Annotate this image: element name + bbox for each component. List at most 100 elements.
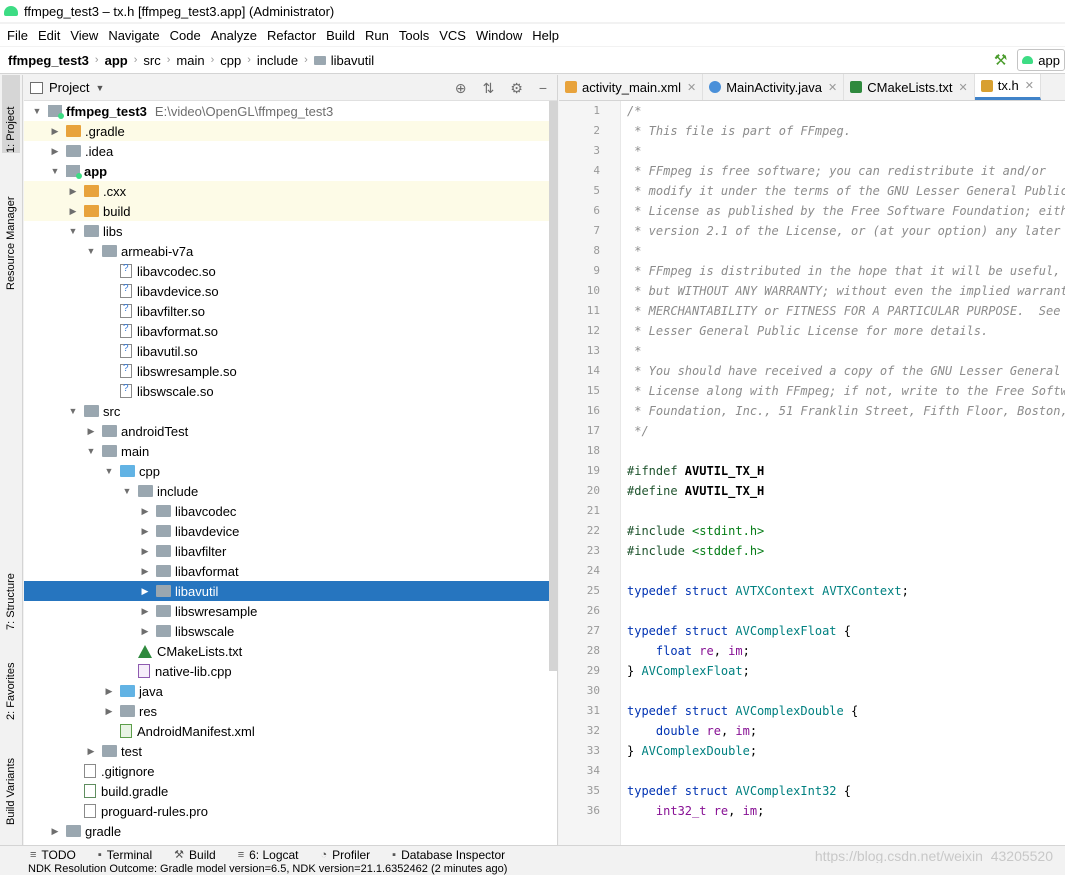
collapsed-arrow-icon[interactable]: ▶	[138, 626, 152, 637]
tree-item[interactable]: ▼ main	[24, 441, 550, 461]
tree-item[interactable]: ▶ test	[24, 741, 550, 761]
menu-navigate[interactable]: Navigate	[103, 28, 164, 43]
tool-todo[interactable]: ≡ TODO	[30, 848, 76, 862]
menu-refactor[interactable]: Refactor	[262, 28, 321, 43]
breadcrumb-item[interactable]: ffmpeg_test3 ›	[8, 53, 105, 68]
tool-build[interactable]: ⚒ Build	[174, 848, 216, 862]
breadcrumb-item[interactable]: main ›	[176, 53, 220, 68]
close-icon[interactable]: ✕	[828, 81, 837, 94]
breadcrumb-item[interactable]: app ›	[105, 53, 144, 68]
tree-item[interactable]: ▶ .gradle	[24, 121, 550, 141]
tree-item[interactable]: ▶ .cxx	[24, 181, 550, 201]
menu-code[interactable]: Code	[165, 28, 206, 43]
tool----logcat[interactable]: ≡ 6: Logcat	[238, 848, 299, 862]
expanded-arrow-icon[interactable]: ▼	[84, 446, 98, 456]
expanded-arrow-icon[interactable]: ▼	[66, 406, 80, 416]
tree-item[interactable]: libswscale.so	[24, 381, 550, 401]
breadcrumb-item[interactable]: cpp ›	[220, 53, 257, 68]
collapsed-arrow-icon[interactable]: ▶	[48, 126, 62, 137]
tree-item[interactable]: ▶ libavutil	[24, 581, 550, 601]
tree-item[interactable]: ▼ app	[24, 161, 550, 181]
tab-tx-h[interactable]: tx.h ✕	[974, 74, 1041, 100]
run-config-select[interactable]: app	[1017, 49, 1065, 71]
tree-item[interactable]: libavfilter.so	[24, 301, 550, 321]
tree-item[interactable]: ▼ armeabi-v7a	[24, 241, 550, 261]
menu-tools[interactable]: Tools	[394, 28, 434, 43]
menu-edit[interactable]: Edit	[33, 28, 65, 43]
tool-terminal[interactable]: ▪ Terminal	[98, 848, 152, 862]
tab-mainactivity-java[interactable]: MainActivity.java ✕	[703, 74, 845, 100]
tree-scrollbar[interactable]	[549, 101, 557, 671]
close-icon[interactable]: ✕	[687, 81, 696, 94]
tree-item[interactable]: ▶ androidTest	[24, 421, 550, 441]
menu-file[interactable]: File	[2, 28, 33, 43]
locate-icon[interactable]: ⊕	[455, 80, 467, 97]
tree-item[interactable]: ▼ libs	[24, 221, 550, 241]
collapsed-arrow-icon[interactable]: ▶	[66, 206, 80, 217]
minimize-icon[interactable]: −	[539, 80, 547, 97]
chevron-down-icon[interactable]: ▼	[95, 83, 104, 93]
menu-window[interactable]: Window	[471, 28, 527, 43]
tab-cmakelists-txt[interactable]: CMakeLists.txt ✕	[844, 74, 975, 100]
tree-item[interactable]: ▶ libswscale	[24, 621, 550, 641]
menu-view[interactable]: View	[65, 28, 103, 43]
tab-activity_main-xml[interactable]: activity_main.xml ✕	[559, 74, 704, 100]
breadcrumb-item[interactable]: include ›	[257, 53, 314, 68]
tab-project[interactable]: 1: Project	[2, 75, 20, 153]
collapsed-arrow-icon[interactable]: ▶	[84, 746, 98, 757]
collapsed-arrow-icon[interactable]: ▶	[138, 606, 152, 617]
collapsed-arrow-icon[interactable]: ▶	[138, 506, 152, 517]
tool-database-inspector[interactable]: ▪ Database Inspector	[392, 848, 505, 862]
collapsed-arrow-icon[interactable]: ▶	[66, 186, 80, 197]
tree-item[interactable]: .gitignore	[24, 761, 550, 781]
tree-item[interactable]: ▶ .idea	[24, 141, 550, 161]
menu-build[interactable]: Build	[321, 28, 360, 43]
collapsed-arrow-icon[interactable]: ▶	[138, 566, 152, 577]
breadcrumb-item[interactable]: src ›	[143, 53, 176, 68]
expanded-arrow-icon[interactable]: ▼	[66, 226, 80, 236]
menu-help[interactable]: Help	[527, 28, 564, 43]
collapsed-arrow-icon[interactable]: ▶	[138, 546, 152, 557]
tree-item[interactable]: ▶ libavfilter	[24, 541, 550, 561]
tree-item[interactable]: CMakeLists.txt	[24, 641, 550, 661]
expanded-arrow-icon[interactable]: ▼	[30, 106, 44, 116]
tool-profiler[interactable]: ◔ Profiler	[321, 848, 371, 862]
tree-item[interactable]: proguard-rules.pro	[24, 801, 550, 821]
tree-item[interactable]: ▶ res	[24, 701, 550, 721]
tree-item[interactable]: ▶ libswresample	[24, 601, 550, 621]
collapsed-arrow-icon[interactable]: ▶	[138, 586, 152, 597]
tree-item[interactable]: ▼ cpp	[24, 461, 550, 481]
breadcrumb-item[interactable]: libavutil	[313, 53, 374, 68]
expanded-arrow-icon[interactable]: ▼	[102, 466, 116, 476]
tree-item[interactable]: libavcodec.so	[24, 261, 550, 281]
tree-item[interactable]: ▶ build	[24, 201, 550, 221]
collapsed-arrow-icon[interactable]: ▶	[48, 146, 62, 157]
collapsed-arrow-icon[interactable]: ▶	[102, 706, 116, 717]
tree-item[interactable]: native-lib.cpp	[24, 661, 550, 681]
tab-build-variants[interactable]: Build Variants	[2, 735, 20, 825]
gear-icon[interactable]: ⚙	[510, 80, 523, 97]
menu-analyze[interactable]: Analyze	[206, 28, 262, 43]
tree-item[interactable]: ▶ gradle	[24, 821, 550, 841]
collapsed-arrow-icon[interactable]: ▶	[138, 526, 152, 537]
tree-item[interactable]: libavdevice.so	[24, 281, 550, 301]
tree-item[interactable]: ▼ src	[24, 401, 550, 421]
collapsed-arrow-icon[interactable]: ▶	[84, 426, 98, 437]
close-icon[interactable]: ✕	[1025, 79, 1034, 92]
hammer-icon[interactable]: ⚒	[994, 51, 1007, 69]
tab-favorites[interactable]: 2: Favorites	[2, 640, 20, 720]
tab-structure[interactable]: 7: Structure	[2, 540, 20, 630]
menu-run[interactable]: Run	[360, 28, 394, 43]
collapsed-arrow-icon[interactable]: ▶	[102, 686, 116, 697]
tree-item[interactable]: build.gradle	[24, 781, 550, 801]
menu-vcs[interactable]: VCS	[434, 28, 471, 43]
tree-item[interactable]: ▼ ffmpeg_test3 E:\video\OpenGL\ffmpeg_test…	[24, 101, 550, 121]
collapsed-arrow-icon[interactable]: ▶	[48, 826, 62, 837]
project-view-select[interactable]: Project	[49, 80, 89, 95]
tree-item[interactable]: ▶ java	[24, 681, 550, 701]
tree-item[interactable]: ▶ libavformat	[24, 561, 550, 581]
tree-item[interactable]: libswresample.so	[24, 361, 550, 381]
tree-item[interactable]: ▶ libavcodec	[24, 501, 550, 521]
collapse-all-icon[interactable]: ⇅	[483, 80, 495, 97]
tree-item[interactable]: ▼ include	[24, 481, 550, 501]
